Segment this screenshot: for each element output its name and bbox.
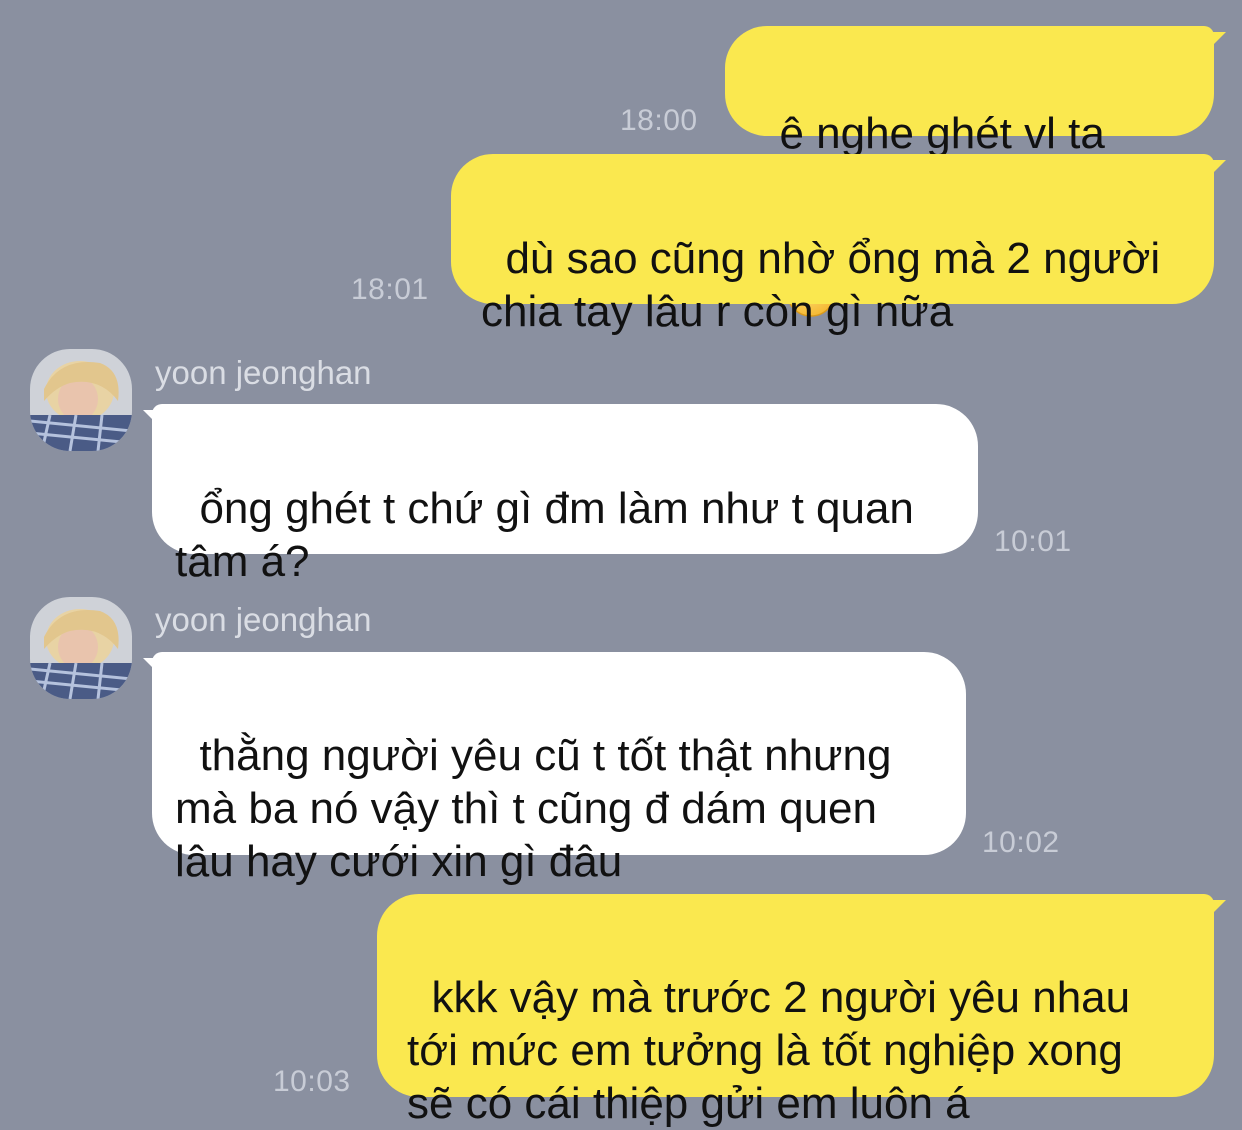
message-text: kkk vậy mà trước 2 người yêu nhau tới mứ… — [407, 973, 1131, 1128]
outgoing-message-bubble[interactable]: kkk vậy mà trước 2 người yêu nhau tới mứ… — [377, 894, 1214, 1128]
bubble-tail — [143, 410, 165, 432]
bubble-tail — [1204, 160, 1226, 182]
message-timestamp: 10:02 — [982, 826, 1060, 859]
message-timestamp: 18:00 — [620, 104, 698, 137]
outgoing-message-bubble[interactable]: ê nghe ghét vl ta — [725, 26, 1214, 317]
sender-name: yoon jeonghan — [155, 354, 372, 391]
bubble-tail — [143, 658, 165, 680]
sender-name: yoon jeonghan — [155, 601, 372, 638]
incoming-message-bubble[interactable]: thằng người yêu cũ t tốt thật nhưng mà b… — [152, 652, 966, 886]
message-text: thằng người yêu cũ t tốt thật nhưng mà b… — [175, 731, 892, 886]
message-timestamp: 10:01 — [994, 525, 1072, 558]
bubble-tail — [1204, 900, 1226, 922]
incoming-message-bubble[interactable]: ổng ghét t chứ gì đm làm như t quan tâm … — [152, 404, 978, 586]
message-text: ê nghe ghét vl ta — [779, 109, 1105, 158]
contact-avatar[interactable] — [30, 597, 132, 699]
message-text: ổng ghét t chứ gì đm làm như t quan tâm … — [175, 484, 914, 586]
message-timestamp: 10:03 — [273, 1065, 351, 1098]
outgoing-message-bubble[interactable]: dù sao cũng nhờ ổng mà 2 người chia tay … — [451, 154, 1214, 336]
contact-avatar[interactable] — [30, 349, 132, 451]
message-text: dù sao cũng nhờ ổng mà 2 người chia tay … — [481, 234, 1161, 336]
message-timestamp: 18:01 — [351, 273, 429, 306]
bubble-tail — [1204, 32, 1226, 54]
